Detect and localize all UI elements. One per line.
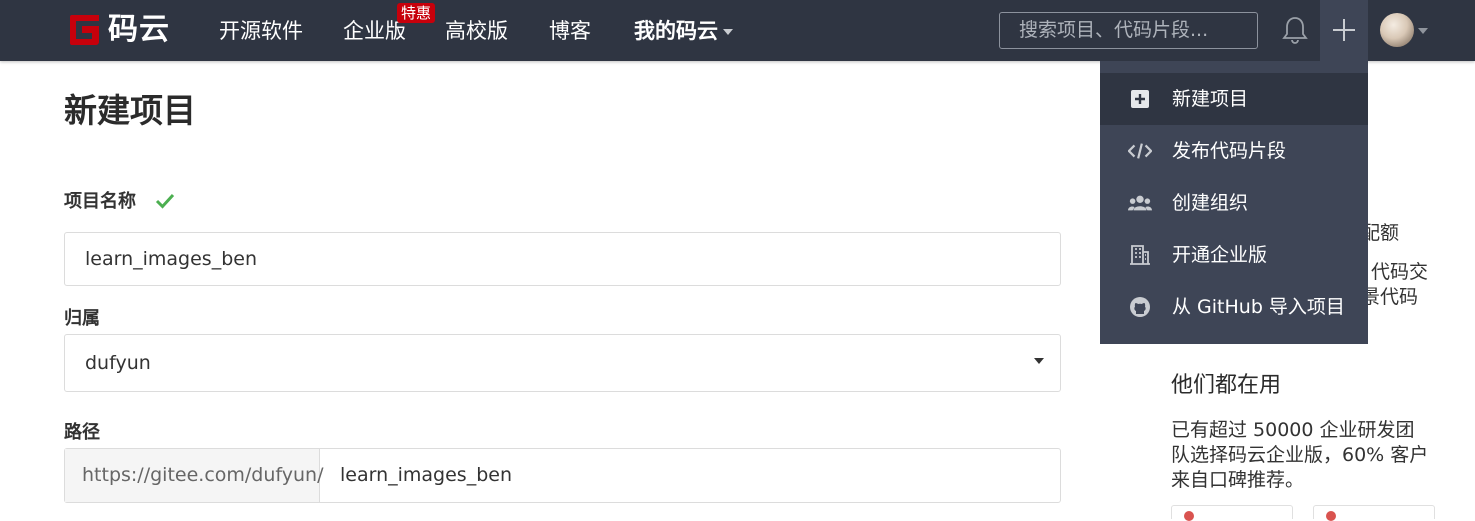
plus-square-icon <box>1128 87 1152 111</box>
brand-dot-icon <box>1184 511 1194 521</box>
menu-item-label: 创建组织 <box>1172 192 1249 214</box>
create-dropdown-menu: 新建项目 发布代码片段 创建组织 开通企业版 从 GitHub 导入项目 <box>1100 61 1368 344</box>
check-icon <box>155 193 175 209</box>
promo-badge: 特惠 <box>397 3 436 23</box>
logo[interactable]: 码云 <box>66 12 170 48</box>
menu-item-new-snippet[interactable]: 发布代码片段 <box>1100 125 1368 177</box>
path-input[interactable]: learn_images_ben <box>340 449 512 502</box>
search-input[interactable]: 搜索项目、代码片段... <box>999 12 1258 49</box>
menu-item-import-github[interactable]: 从 GitHub 导入项目 <box>1100 281 1368 333</box>
project-name-input[interactable]: learn_images_ben <box>64 232 1061 286</box>
sidebar-partial-text: 代码交 <box>1371 261 1429 283</box>
nav-blog[interactable]: 博客 <box>549 17 591 45</box>
logo-text: 码云 <box>108 12 170 47</box>
sidebar-button[interactable] <box>1313 505 1435 521</box>
bell-icon[interactable] <box>1282 15 1308 45</box>
owner-label: 归属 <box>64 308 100 329</box>
project-name-label: 项目名称 <box>64 191 136 212</box>
chevron-down-icon[interactable] <box>1418 28 1428 34</box>
user-avatar[interactable] <box>1380 13 1414 47</box>
sidebar-paragraph: 已有超过 50000 企业研发团队选择码云企业版，60% 客户来自口碑推荐。 <box>1171 419 1429 491</box>
owner-select[interactable]: dufyun <box>64 334 1061 392</box>
chevron-down-icon <box>1034 358 1044 364</box>
nav-my-gitee[interactable]: 我的码云 <box>634 17 733 45</box>
sidebar-partial-text: 景代码 <box>1361 286 1419 308</box>
menu-item-label: 从 GitHub 导入项目 <box>1172 296 1345 318</box>
create-menu-button[interactable] <box>1320 0 1368 61</box>
menu-item-label: 新建项目 <box>1172 88 1249 110</box>
top-navbar: 码云 开源软件 企业版 特惠 高校版 博客 我的码云 搜索项目、代码片段... <box>0 0 1475 61</box>
page-title: 新建项目 <box>64 91 196 130</box>
menu-item-label: 开通企业版 <box>1172 244 1268 266</box>
users-icon <box>1128 191 1152 215</box>
path-label: 路径 <box>64 422 100 443</box>
menu-item-label: 发布代码片段 <box>1172 140 1287 162</box>
chevron-down-icon <box>723 29 733 35</box>
building-icon <box>1128 243 1152 267</box>
menu-item-create-org[interactable]: 创建组织 <box>1100 177 1368 229</box>
plus-icon <box>1333 19 1355 41</box>
path-prefix: https://gitee.com/dufyun/ <box>65 449 323 502</box>
brand-dot-icon <box>1326 511 1336 521</box>
github-icon <box>1128 295 1152 319</box>
sidebar-button[interactable] <box>1171 505 1293 521</box>
menu-item-new-project[interactable]: 新建项目 <box>1100 73 1368 125</box>
code-icon <box>1128 139 1152 163</box>
owner-select-value: dufyun <box>85 352 151 374</box>
nav-open-source[interactable]: 开源软件 <box>219 17 303 45</box>
nav-university[interactable]: 高校版 <box>445 17 508 45</box>
gitee-logo-icon <box>70 15 99 45</box>
nav-my-gitee-label: 我的码云 <box>634 19 718 43</box>
sidebar-heading: 他们都在用 <box>1171 373 1282 398</box>
menu-item-enterprise[interactable]: 开通企业版 <box>1100 229 1368 281</box>
path-field-group: https://gitee.com/dufyun/ learn_images_b… <box>64 448 1061 503</box>
